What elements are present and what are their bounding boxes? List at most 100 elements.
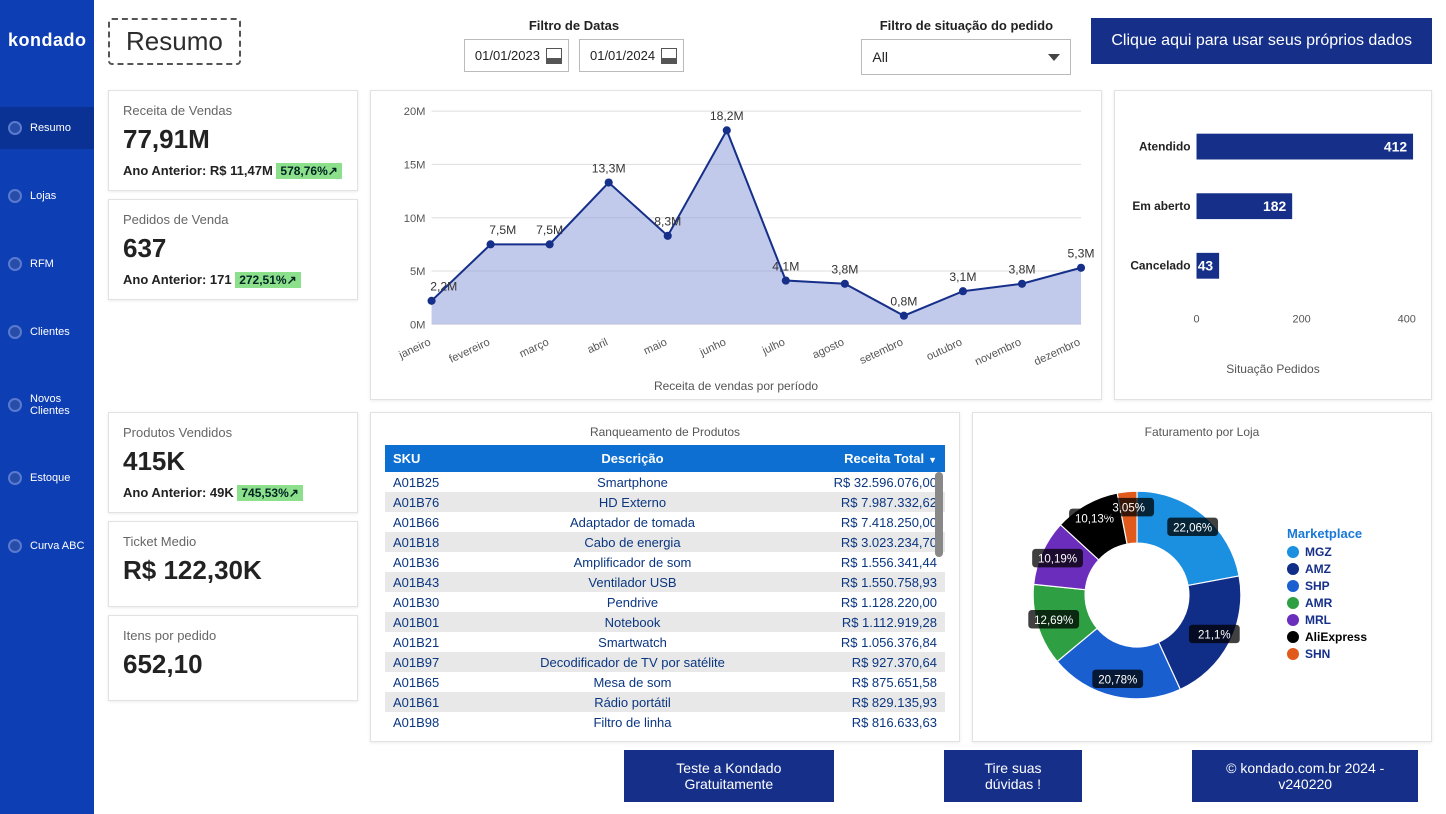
sidebar-item-rfm[interactable]: RFM	[0, 243, 94, 285]
cell-desc: Filtro de linha	[475, 712, 790, 729]
sidebar-item-label: Clientes	[30, 326, 70, 338]
pie-chart-title: Faturamento por Loja	[1145, 425, 1260, 445]
legend-label: MRL	[1305, 613, 1331, 627]
cell-desc: Smartphone	[475, 472, 790, 492]
sidebar-item-label: Lojas	[30, 190, 56, 202]
table-row[interactable]: A01B25SmartphoneR$ 32.596.076,00	[385, 472, 945, 492]
kpi-label: Produtos Vendidos	[123, 425, 343, 440]
legend-item[interactable]: MRL	[1287, 613, 1411, 627]
svg-text:0,8M: 0,8M	[890, 295, 917, 309]
sidebar-item-label: Curva ABC	[30, 540, 84, 552]
legend-item[interactable]: AMR	[1287, 596, 1411, 610]
legend-item[interactable]: SHN	[1287, 647, 1411, 661]
revenue-by-store-donut: Faturamento por Loja 22,06%21,1%20,78%12…	[972, 412, 1432, 742]
svg-text:15M: 15M	[404, 159, 426, 171]
legend-label: AliExpress	[1305, 630, 1367, 644]
svg-text:outubro: outubro	[925, 336, 964, 363]
cell-rev: R$ 7.987.332,62	[790, 492, 945, 512]
table-row[interactable]: A01B98Filtro de linhaR$ 816.633,63	[385, 712, 945, 729]
legend-item[interactable]: SHP	[1287, 579, 1411, 593]
svg-text:3,1M: 3,1M	[949, 270, 976, 284]
date-filter-label: Filtro de Datas	[529, 18, 619, 33]
nav-bullet-icon	[8, 257, 22, 271]
svg-text:200: 200	[1293, 313, 1311, 325]
kpi-value: 77,91M	[123, 124, 343, 155]
table-scrollbar-thumb[interactable]	[935, 472, 943, 557]
table-row[interactable]: A01B61Rádio portátilR$ 829.135,93	[385, 692, 945, 712]
sidebar-item-label: Resumo	[30, 122, 71, 134]
help-button[interactable]: Tire suas dúvidas !	[944, 750, 1083, 802]
cell-sku: A01B36	[385, 552, 475, 572]
svg-text:fevereiro: fevereiro	[447, 336, 491, 365]
cell-sku: A01B21	[385, 632, 475, 652]
col-rev-header[interactable]: Receita Total▼	[790, 445, 945, 472]
table-row[interactable]: A01B30PendriveR$ 1.128.220,00	[385, 592, 945, 612]
svg-text:Cancelado: Cancelado	[1130, 259, 1190, 273]
cell-sku: A01B65	[385, 672, 475, 692]
legend-item[interactable]: MGZ	[1287, 545, 1411, 559]
cell-sku: A01B43	[385, 572, 475, 592]
cell-rev: R$ 1.550.758,93	[790, 572, 945, 592]
cell-rev: R$ 32.596.076,00	[790, 472, 945, 492]
sidebar-item-clientes[interactable]: Clientes	[0, 311, 94, 353]
cell-sku: A01B76	[385, 492, 475, 512]
legend-dot-icon	[1287, 597, 1299, 609]
table-row[interactable]: A01B01NotebookR$ 1.112.919,28	[385, 612, 945, 632]
table-row[interactable]: A01B76HD ExternoR$ 7.987.332,62	[385, 492, 945, 512]
legend-label: SHN	[1305, 647, 1330, 661]
svg-text:3,8M: 3,8M	[831, 263, 858, 277]
svg-text:5M: 5M	[410, 266, 426, 278]
col-sku-header[interactable]: SKU	[385, 445, 475, 472]
table-row[interactable]: A01B21SmartwatchR$ 1.056.376,84	[385, 632, 945, 652]
sidebar-item-estoque[interactable]: Estoque	[0, 457, 94, 499]
table-row[interactable]: A01B36Amplificador de somR$ 1.556.341,44	[385, 552, 945, 572]
cell-desc: Cabo de energia	[475, 532, 790, 552]
cell-sku: A01B98	[385, 712, 475, 729]
try-free-button[interactable]: Teste a Kondado Gratuitamente	[624, 750, 834, 802]
table-header: SKU Descrição Receita Total▼	[385, 445, 945, 472]
date-to-input[interactable]: 01/01/2024	[579, 39, 684, 72]
sidebar-item-novos-clientes[interactable]: Novos Clientes	[0, 379, 94, 431]
table-row[interactable]: A01B18Cabo de energiaR$ 3.023.234,70	[385, 532, 945, 552]
status-filter: Filtro de situação do pedido All	[861, 18, 1071, 75]
svg-text:10,19%: 10,19%	[1038, 554, 1077, 566]
kpi-spark: 272,51%↗	[235, 272, 300, 288]
legend-item[interactable]: AMZ	[1287, 562, 1411, 576]
nav-bullet-icon	[8, 325, 22, 339]
kpi-label: Itens por pedido	[123, 628, 343, 643]
legend-label: MGZ	[1305, 545, 1332, 559]
svg-text:13,3M: 13,3M	[592, 161, 626, 175]
svg-text:20,78%: 20,78%	[1098, 674, 1137, 686]
cell-desc: Rádio portátil	[475, 692, 790, 712]
svg-text:4,1M: 4,1M	[772, 259, 799, 273]
date-from-input[interactable]: 01/01/2023	[464, 39, 569, 72]
use-own-data-button[interactable]: Clique aqui para usar seus próprios dado…	[1091, 18, 1432, 64]
table-row[interactable]: A01B65Mesa de somR$ 875.651,58	[385, 672, 945, 692]
legend-label: AMR	[1305, 596, 1332, 610]
sidebar-item-label: RFM	[30, 258, 54, 270]
status-select[interactable]: All	[861, 39, 1071, 75]
svg-text:10M: 10M	[404, 213, 426, 225]
brand-logo: kondado	[0, 0, 94, 81]
kpi-card: Itens por pedido652,10	[108, 615, 358, 701]
sidebar-item-lojas[interactable]: Lojas	[0, 175, 94, 217]
kpi-value: R$ 122,30K	[123, 555, 343, 586]
cell-desc: Decodificador de TV por satélite	[475, 652, 790, 672]
col-desc-header[interactable]: Descrição	[475, 445, 790, 472]
sidebar-item-label: Novos Clientes	[30, 393, 86, 417]
table-row[interactable]: A01B97Decodificador de TV por satéliteR$…	[385, 652, 945, 672]
copyright-label[interactable]: © kondado.com.br 2024 - v240220	[1192, 750, 1418, 802]
product-ranking-table: Ranqueamento de Produtos SKU Descrição R…	[370, 412, 960, 742]
nav-bullet-icon	[8, 189, 22, 203]
sidebar-item-resumo[interactable]: Resumo	[0, 107, 94, 149]
sidebar-item-curva-abc[interactable]: Curva ABC	[0, 525, 94, 567]
kpi-prev: Ano Anterior: 49K 745,53%↗	[123, 485, 343, 500]
kpi-spark: 745,53%↗	[237, 485, 302, 501]
table-row[interactable]: A01B66Adaptador de tomadaR$ 7.418.250,00	[385, 512, 945, 532]
legend-item[interactable]: AliExpress	[1287, 630, 1411, 644]
table-row[interactable]: A01B43Ventilador USBR$ 1.550.758,93	[385, 572, 945, 592]
page-title: Resumo	[108, 18, 241, 65]
cell-rev: R$ 3.023.234,70	[790, 532, 945, 552]
svg-text:Em aberto: Em aberto	[1132, 199, 1190, 213]
table-scrollbar-track[interactable]	[935, 472, 943, 729]
